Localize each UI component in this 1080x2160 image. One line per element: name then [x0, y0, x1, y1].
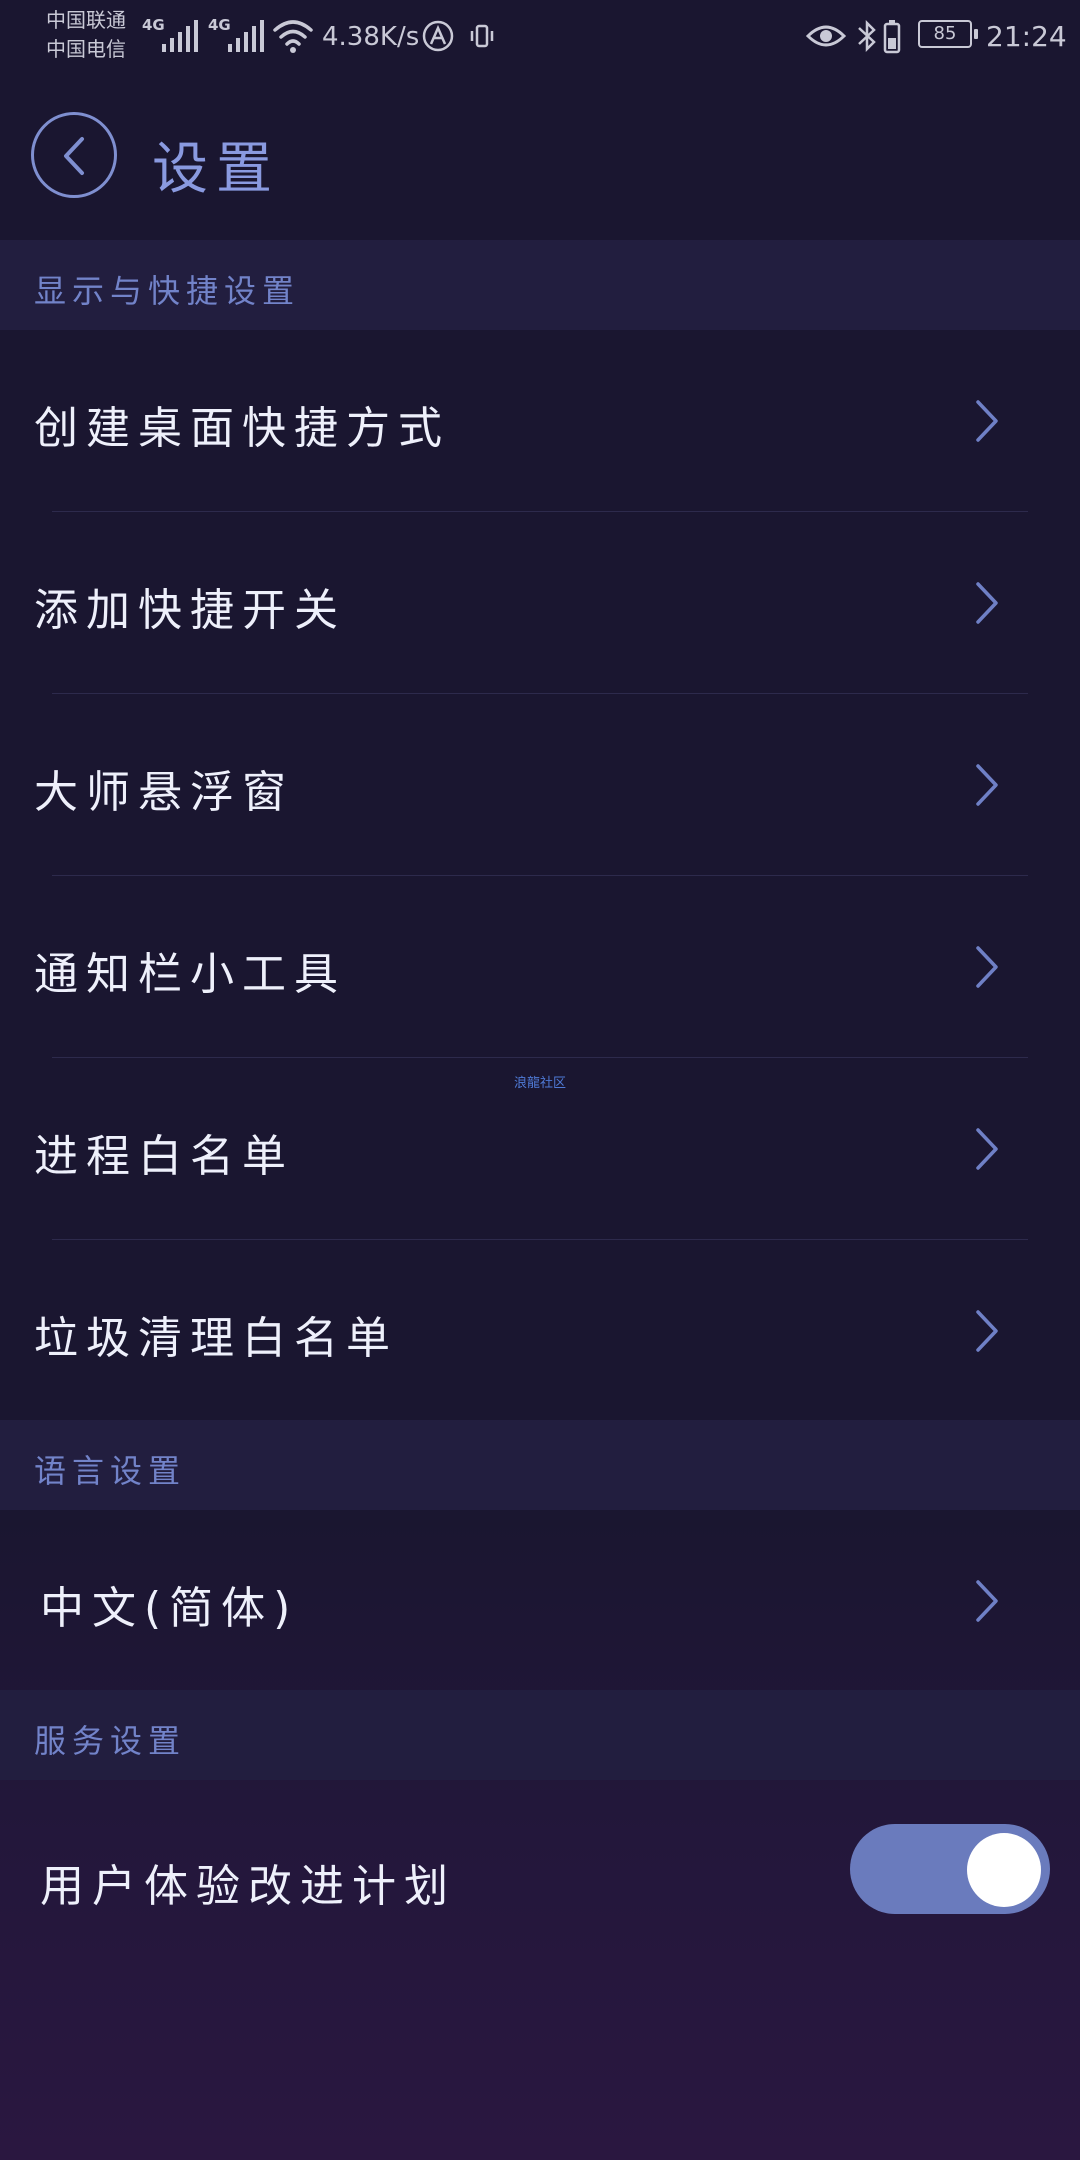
bluetooth-icon [856, 18, 878, 58]
chevron-right-icon [976, 400, 998, 442]
carrier-1: 中国联通 [46, 8, 126, 32]
list-item-notification-widget[interactable]: 通知栏小工具 [0, 876, 1080, 1058]
list-item-language[interactable]: 中文(简体) [0, 1510, 1080, 1692]
battery-saver-icon [882, 18, 902, 58]
status-bar: 中国联通 中国电信 4G 4G 4.38K/s 85 21:24 [0, 0, 1080, 72]
vibrate-icon [468, 22, 496, 54]
chevron-right-icon [976, 764, 998, 806]
list-item-create-shortcut[interactable]: 创建桌面快捷方式 [0, 330, 1080, 512]
chevron-right-icon [976, 1128, 998, 1170]
wifi-icon [272, 18, 314, 58]
user-experience-toggle[interactable] [850, 1824, 1050, 1914]
section-header-display-shortcuts: 显示与快捷设置 [0, 240, 1080, 330]
list-item-process-whitelist[interactable]: 进程白名单 [0, 1058, 1080, 1240]
chevron-right-icon [976, 946, 998, 988]
list-item-label: 垃圾清理白名单 [34, 1313, 398, 1364]
net-speed: 4.38K/s [322, 22, 420, 52]
list-item-label: 创建桌面快捷方式 [34, 403, 450, 454]
list-item-floating-window[interactable]: 大师悬浮窗 [0, 694, 1080, 876]
chevron-right-icon [976, 1310, 998, 1352]
eye-icon [805, 22, 847, 54]
app-a-icon [422, 20, 454, 56]
toggle-knob [967, 1833, 1041, 1907]
list-item-label: 大师悬浮窗 [34, 767, 294, 818]
back-button[interactable] [31, 112, 117, 198]
section-title: 语言设置 [34, 1452, 187, 1490]
list-item-label: 添加快捷开关 [34, 585, 346, 636]
carrier-names: 中国联通 中国电信 [46, 6, 126, 64]
battery-icon: 85 [918, 20, 978, 48]
section-header-service: 服务设置 [0, 1690, 1080, 1780]
chevron-right-icon [976, 1580, 998, 1622]
chevron-right-icon [976, 582, 998, 624]
section-header-language: 语言设置 [0, 1420, 1080, 1510]
list-item-label: 中文(简体) [40, 1583, 299, 1634]
app-header: 设置 [0, 90, 1080, 240]
page-title: 设置 [152, 137, 280, 202]
chevron-left-icon [64, 137, 84, 175]
list-item-label: 进程白名单 [34, 1131, 294, 1182]
list-item-add-quick-switch[interactable]: 添加快捷开关 [0, 512, 1080, 694]
carrier-2: 中国电信 [46, 37, 126, 61]
list-item-label: 通知栏小工具 [34, 949, 346, 1000]
list-item-label: 用户体验改进计划 [40, 1861, 456, 1912]
clock: 21:24 [986, 20, 1067, 53]
list-item-cleanup-whitelist[interactable]: 垃圾清理白名单 [0, 1240, 1080, 1422]
section-title: 显示与快捷设置 [34, 272, 301, 310]
section-title: 服务设置 [34, 1722, 187, 1760]
